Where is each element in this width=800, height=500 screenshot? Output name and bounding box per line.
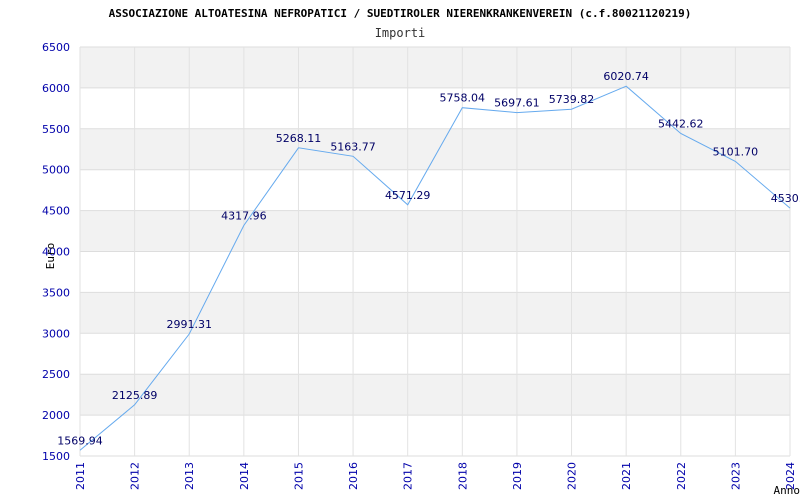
data-label: 2991.31 — [166, 318, 212, 331]
data-label: 5758.04 — [440, 92, 486, 105]
data-label: 5697.61 — [494, 97, 540, 110]
x-tick-label: 2019 — [511, 462, 524, 490]
x-tick-label: 2023 — [729, 462, 742, 490]
data-label: 5101.70 — [713, 145, 759, 158]
data-label: 5163.77 — [330, 140, 376, 153]
data-label: 4317.96 — [221, 209, 267, 222]
grid-band — [80, 374, 790, 416]
grid-bands — [80, 47, 790, 416]
y-tick-label: 3500 — [42, 286, 70, 299]
y-tick-label: 1500 — [42, 450, 70, 463]
x-tick-label: 2012 — [129, 462, 142, 490]
y-tick-label: 4500 — [42, 205, 70, 218]
chart-subtitle: Importi — [375, 26, 426, 40]
x-tick-label: 2021 — [620, 462, 633, 490]
data-label: 4571.29 — [385, 189, 431, 202]
x-axis-label: Anno — [774, 484, 800, 497]
line-chart: ASSOCIAZIONE ALTOATESINA NEFROPATICI / S… — [42, 7, 800, 497]
x-tick-label: 2022 — [675, 462, 688, 490]
chart-title: ASSOCIAZIONE ALTOATESINA NEFROPATICI / S… — [109, 7, 692, 20]
data-label: 4530.8 — [771, 192, 800, 205]
grid-band — [80, 47, 790, 88]
y-tick-label: 6500 — [42, 41, 70, 54]
y-tick-label: 2500 — [42, 368, 70, 381]
data-label: 5442.62 — [658, 117, 704, 130]
x-tick-label: 2017 — [402, 462, 415, 490]
x-tick-label: 2011 — [74, 462, 87, 490]
x-tick-label: 2018 — [456, 462, 469, 490]
x-tick-label: 2015 — [292, 462, 305, 490]
x-axis-ticks: 2011 2012 2013 2014 2015 2016 2017 2018 2019 2020… — [74, 462, 797, 490]
y-tick-label: 3000 — [42, 327, 70, 340]
x-tick-label: 2020 — [566, 462, 579, 490]
data-label: 5268.11 — [276, 132, 322, 145]
x-tick-label: 2013 — [183, 462, 196, 490]
x-tick-label: 2016 — [347, 462, 360, 490]
y-tick-label: 5500 — [42, 123, 70, 136]
data-label: 1569.94 — [57, 434, 103, 447]
grid-band — [80, 210, 790, 252]
x-tick-label: 2014 — [238, 462, 251, 490]
data-label: 5739.82 — [549, 93, 595, 106]
y-tick-label: 5000 — [42, 164, 70, 177]
y-axis-label: Euro — [44, 243, 57, 270]
y-tick-label: 2000 — [42, 409, 70, 422]
y-tick-label: 6000 — [42, 82, 70, 95]
data-label: 2125.89 — [112, 389, 158, 402]
data-label: 6020.74 — [603, 70, 649, 83]
